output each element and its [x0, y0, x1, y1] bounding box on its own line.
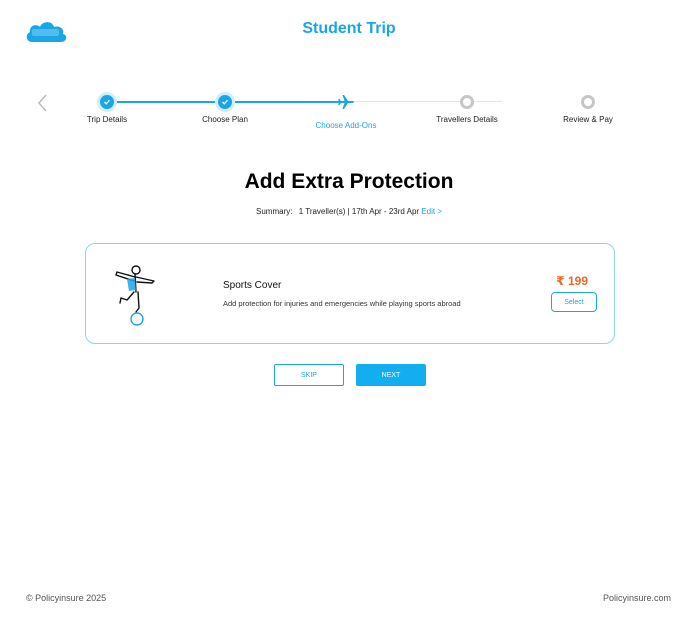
step-trip-details[interactable]: Trip Details	[52, 88, 162, 124]
footer-site-link[interactable]: Policyinsure.com	[603, 593, 671, 603]
summary-label: Summary:	[256, 207, 293, 216]
airplane-icon	[338, 95, 354, 109]
step-travellers-details[interactable]: Travellers Details	[412, 88, 522, 124]
circle-icon	[581, 95, 595, 109]
edit-summary-link[interactable]: Edit >	[421, 207, 442, 216]
step-choose-add-ons[interactable]: Choose Add-Ons	[291, 88, 401, 130]
section-heading: Add Extra Protection	[244, 170, 454, 193]
summary-text: 1 Traveller(s) | 17th Apr - 23rd Apr	[298, 207, 420, 216]
addon-price: ₹ 199	[556, 274, 588, 288]
page-title: Student Trip	[302, 20, 396, 37]
step-label: Travellers Details	[436, 115, 498, 124]
footer-copyright: © Policyinsure 2025	[26, 593, 107, 603]
step-label: Choose Add-Ons	[315, 121, 377, 130]
addon-description: Add protection for injuries and emergenc…	[223, 299, 461, 308]
trip-summary: Summary: 1 Traveller(s) | 17th Apr - 23r…	[0, 207, 698, 216]
football-player-icon	[115, 265, 155, 326]
step-choose-plan[interactable]: Choose Plan	[170, 88, 280, 124]
skip-button[interactable]: SKIP	[274, 364, 344, 386]
step-label: Review & Pay	[563, 115, 613, 124]
next-button[interactable]: NEXT	[356, 364, 426, 386]
progress-stepper: Trip Details Choose Plan Choose Add-Ons …	[0, 88, 698, 132]
circle-icon	[460, 95, 474, 109]
check-icon	[218, 95, 232, 109]
addon-card-sports-cover[interactable]: Sports Cover Add protection for injuries…	[85, 243, 615, 344]
step-label: Trip Details	[86, 115, 128, 124]
step-label: Choose Plan	[202, 115, 248, 124]
step-review-pay[interactable]: Review & Pay	[533, 88, 643, 124]
addon-title: Sports Cover	[223, 280, 282, 291]
check-icon	[100, 95, 114, 109]
select-addon-button[interactable]: Select	[551, 292, 597, 312]
